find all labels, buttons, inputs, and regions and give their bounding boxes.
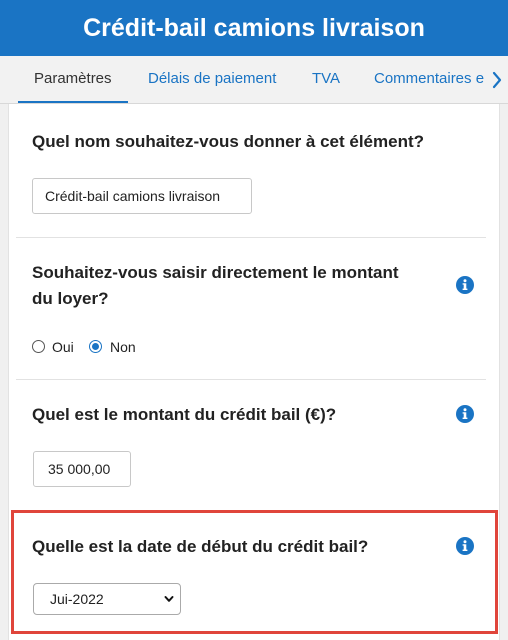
radio-non-label[interactable]: Non (110, 339, 136, 355)
radio-oui[interactable] (32, 340, 45, 353)
radio-oui-label[interactable]: Oui (52, 339, 74, 355)
divider (16, 237, 486, 238)
radio-non[interactable] (89, 340, 102, 353)
page-title: Crédit-bail camions livraison (83, 13, 425, 42)
info-icon[interactable] (456, 276, 474, 294)
tab-delais-de-paiement[interactable]: Délais de paiement (148, 56, 276, 103)
amount-input[interactable] (33, 451, 131, 487)
tab-bar: Paramètres Délais de paiement TVA Commen… (0, 56, 508, 104)
highlight-box (11, 510, 498, 634)
direct-amount-question-line2: du loyer? (32, 289, 109, 308)
divider (16, 379, 486, 380)
info-icon[interactable] (456, 405, 474, 423)
element-name-input[interactable] (32, 178, 252, 214)
tab-parametres[interactable]: Paramètres (18, 56, 128, 103)
app-header: Crédit-bail camions livraison (0, 0, 508, 56)
tab-tva[interactable]: TVA (312, 56, 340, 103)
name-question: Quel nom souhaitez-vous donner à cet élé… (32, 132, 425, 151)
direct-amount-question-line1: Souhaitez-vous saisir directement le mon… (32, 263, 399, 282)
amount-question: Quel est le montant du crédit bail (€)? (32, 405, 337, 424)
tab-commentaires[interactable]: Commentaires e (374, 56, 484, 103)
chevron-right-icon (492, 71, 502, 89)
tab-scroll-next-button[interactable] (486, 56, 508, 103)
